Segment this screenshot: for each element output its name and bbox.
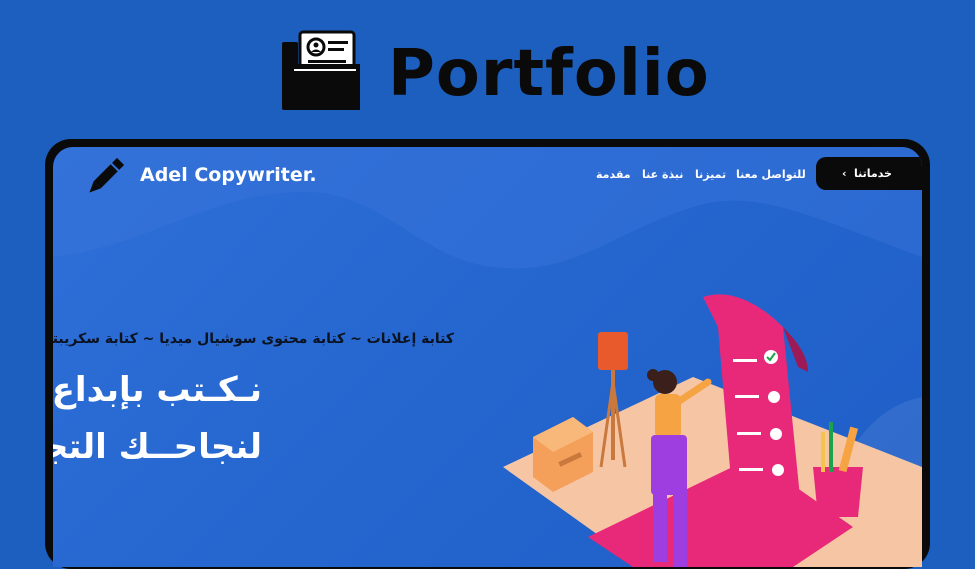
hero-heading-line-2: لنجاحــك التجـــاري (53, 427, 262, 467)
hero-heading-line-1: نـكـتب بإبداع (53, 370, 262, 410)
hero-tagline: كتابة إعلانات ~ كتابة محتوى سوشيال ميديا… (53, 331, 454, 347)
header: Portfolio (0, 0, 975, 130)
website-screen: Adel Copywriter. مقدمة نبذة عنا تميزنا ل… (53, 147, 922, 567)
nav-item-features[interactable]: تميزنا (695, 166, 726, 184)
services-button-label: خدماتنا (854, 167, 892, 180)
nav-item-intro[interactable]: مقدمة (596, 166, 631, 184)
pen-icon (89, 157, 125, 193)
brand-name[interactable]: Adel Copywriter. (140, 161, 317, 189)
hero-illustration (503, 294, 922, 567)
nav-item-about[interactable]: نبذة عنا (642, 166, 683, 184)
nav-item-contact[interactable]: للتواصل معنا (736, 166, 806, 184)
chevron-left-icon: ‹ (842, 167, 847, 180)
page-title: Portfolio (388, 37, 710, 111)
portfolio-folder-icon (282, 30, 360, 110)
services-button[interactable]: ‹ خدماتنا (816, 157, 922, 190)
